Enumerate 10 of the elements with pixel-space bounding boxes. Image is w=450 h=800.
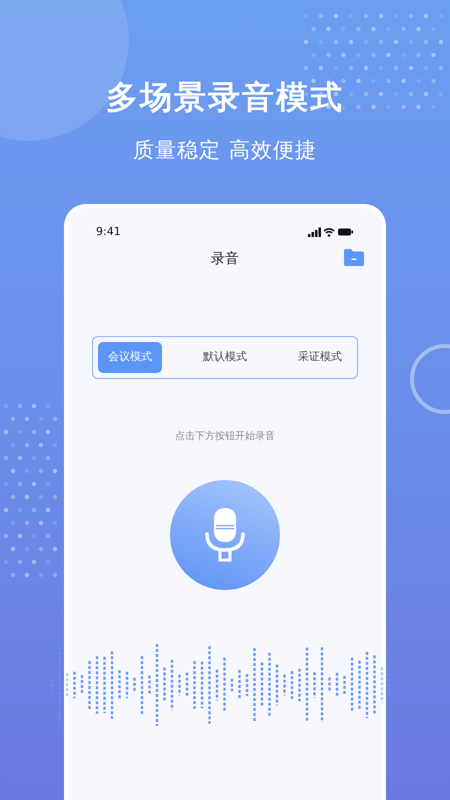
screen-title: 录音: [211, 250, 239, 269]
folder-icon[interactable]: [344, 249, 364, 266]
hint-text: 点击下方按钮开始录音: [174, 430, 276, 444]
mode-tab[interactable]: 采证模式: [288, 342, 352, 372]
status-icons: [308, 227, 354, 237]
microphone-icon: [205, 508, 245, 562]
mode-tab[interactable]: 默认模式: [193, 342, 257, 372]
subheadline: 质量稳定 高效便捷: [132, 137, 318, 164]
headline: 多场景录音模式: [105, 77, 345, 118]
status-time: 9:41: [96, 224, 121, 240]
